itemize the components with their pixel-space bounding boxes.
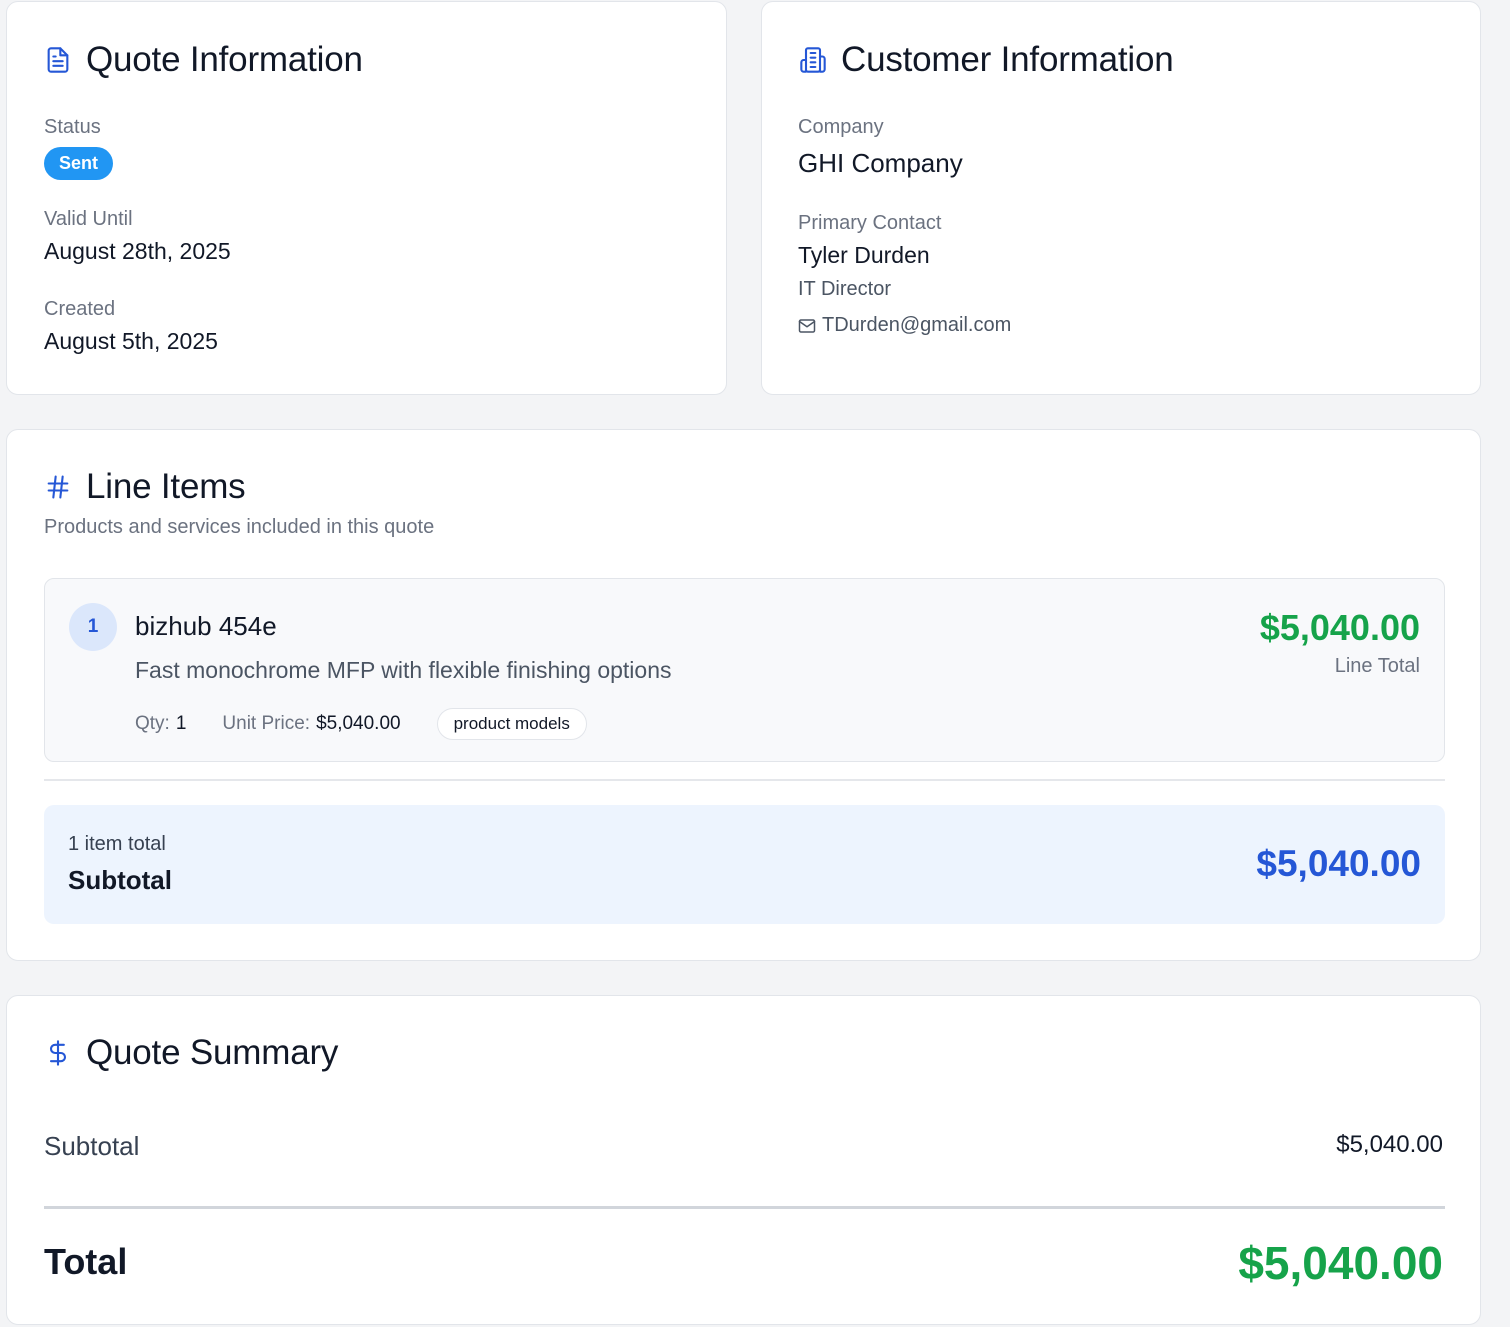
valid-until-label: Valid Until — [44, 208, 133, 230]
line-items-header: Line Items — [44, 467, 246, 507]
unit-price-group: Unit Price: $5,040.00 — [222, 713, 400, 735]
line-item: 1 bizhub 454e Fast monochrome MFP with f… — [44, 578, 1445, 762]
company-label: Company — [798, 116, 884, 138]
line-items-card: Line Items Products and services include… — [6, 429, 1481, 961]
building-icon — [799, 46, 827, 74]
contact-email-row[interactable]: TDurden@gmail.com — [798, 314, 1011, 337]
quote-summary-header: Quote Summary — [44, 1033, 338, 1073]
quote-information-header: Quote Information — [44, 40, 363, 80]
created-label: Created — [44, 298, 116, 320]
contact-email[interactable]: TDurden@gmail.com — [822, 314, 1011, 337]
qty-label: Qty: — [135, 713, 170, 734]
status-label: Status — [44, 116, 101, 138]
dollar-icon — [44, 1039, 72, 1067]
line-item-description: Fast monochrome MFP with flexible finish… — [135, 657, 672, 683]
contact-title: IT Director — [798, 278, 891, 300]
line-total-amount: $5,040.00 — [1259, 607, 1420, 648]
divider — [44, 779, 1445, 781]
item-count: 1 item total — [68, 833, 166, 855]
valid-until-value: August 28th, 2025 — [44, 238, 231, 264]
quote-summary-card: Quote Summary Subtotal $5,040.00 Total $… — [6, 995, 1481, 1325]
total-value: $5,040.00 — [1238, 1237, 1443, 1289]
unit-price-value: $5,040.00 — [316, 713, 401, 734]
customer-information-card: Customer Information Company GHI Company… — [761, 1, 1481, 395]
mail-icon — [798, 317, 816, 335]
line-items-subtotal-box: 1 item total Subtotal $5,040.00 — [44, 805, 1445, 924]
subtotal-amount: $5,040.00 — [1256, 843, 1421, 884]
line-items-subtitle: Products and services included in this q… — [44, 516, 435, 538]
primary-contact-label: Primary Contact — [798, 212, 942, 234]
qty-group: Qty: 1 — [135, 713, 186, 735]
qty-value: 1 — [175, 713, 187, 734]
line-total-label: Line Total — [1334, 655, 1420, 677]
summary-divider — [44, 1206, 1445, 1209]
subtotal-label: Subtotal — [68, 865, 172, 895]
contact-name: Tyler Durden — [798, 242, 930, 268]
company-value: GHI Company — [798, 148, 963, 178]
total-label: Total — [44, 1241, 128, 1282]
customer-information-title: Customer Information — [841, 40, 1174, 79]
summary-subtotal-label: Subtotal — [44, 1131, 140, 1161]
created-value: August 5th, 2025 — [44, 328, 218, 354]
category-tag: product models — [436, 708, 587, 740]
document-icon — [44, 46, 72, 74]
line-item-name: bizhub 454e — [135, 611, 277, 641]
hash-icon — [44, 473, 72, 501]
summary-subtotal-value: $5,040.00 — [1336, 1131, 1443, 1158]
customer-information-header: Customer Information — [799, 40, 1174, 80]
quote-information-card: Quote Information Status Sent Valid Unti… — [6, 1, 727, 395]
status-badge: Sent — [44, 147, 114, 180]
line-items-title: Line Items — [86, 467, 246, 506]
quote-summary-title: Quote Summary — [86, 1033, 339, 1072]
quote-information-title: Quote Information — [86, 40, 363, 79]
line-item-number: 1 — [69, 603, 117, 651]
line-item-meta: Qty: 1 Unit Price: $5,040.00 product mod… — [135, 708, 587, 740]
unit-price-label: Unit Price: — [222, 713, 311, 734]
